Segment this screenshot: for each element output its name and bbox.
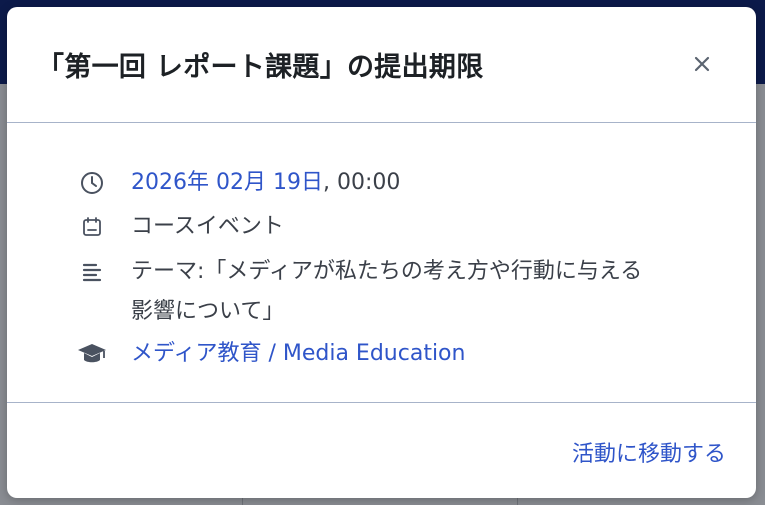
event-description-line: テーマ:「メディアが私たちの考え方や行動に与える [131,259,643,284]
modal-body: 2026年 02月 19日, 00:00 コースイベント テーマ:「メディアが私… [7,123,756,403]
go-to-activity-link[interactable]: 活動に移動する [572,436,726,468]
graduation-cap-icon [77,339,107,369]
event-description-line: 影響について」 [131,299,285,324]
event-course: メディア教育 / Media Education [131,334,465,374]
clock-icon [77,168,107,198]
event-description-row: テーマ:「メディアが私たちの考え方や行動に与える 影響について」 [77,257,691,332]
event-type: コースイベント [131,214,284,239]
event-type-row: コースイベント [77,212,284,247]
modal-header: 「第一回 レポート課題」の提出期限 [7,7,756,123]
calendar-icon [77,212,107,242]
event-time: , 00:00 [322,170,401,195]
event-modal: 「第一回 レポート課題」の提出期限 2026年 02月 19日, 00:00 コ… [7,7,756,498]
modal-title: 「第一回 レポート課題」の提出期限 [37,52,484,83]
event-date-row: 2026年 02月 19日, 00:00 [77,168,400,203]
event-date-link[interactable]: 2026年 02月 19日 [131,170,323,195]
close-icon [694,56,710,72]
modal-footer: 活動に移動する [7,403,756,498]
event-course-row: メディア教育 / Media Education [77,339,465,374]
description-lines-icon [77,257,107,287]
event-date: 2026年 02月 19日, 00:00 [131,163,400,203]
event-description: テーマ:「メディアが私たちの考え方や行動に与える 影響について」 [131,252,691,332]
course-link[interactable]: メディア教育 / Media Education [131,341,465,366]
close-button[interactable] [687,49,717,79]
